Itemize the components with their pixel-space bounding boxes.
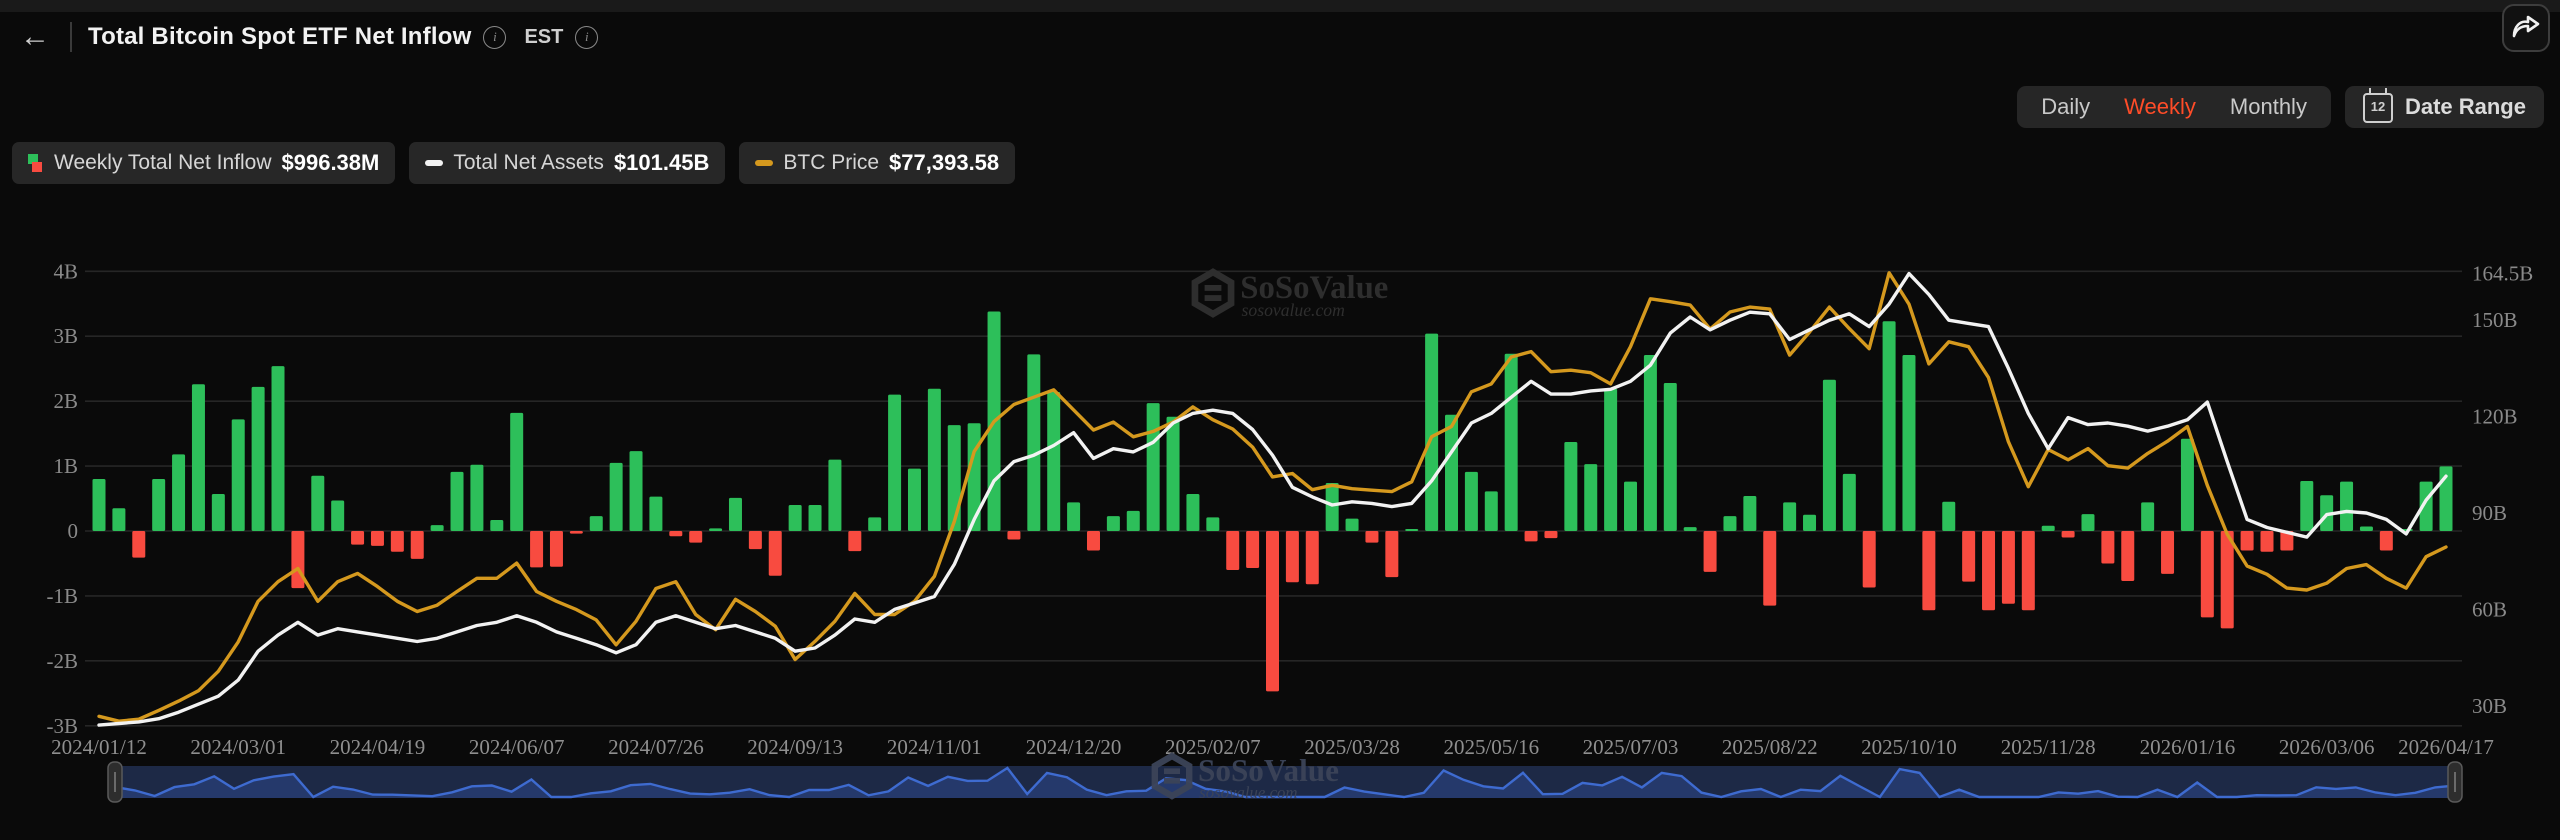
line-swatch-icon <box>755 160 773 166</box>
header-divider <box>70 22 72 52</box>
legend-value: $101.45B <box>614 150 709 176</box>
legend-value: $996.38M <box>282 150 380 176</box>
date-range-label: Date Range <box>2405 94 2526 120</box>
page-title: Total Bitcoin Spot ETF Net Inflow <box>88 23 471 51</box>
header: ← Total Bitcoin Spot ETF Net Inflow i ES… <box>0 14 2560 60</box>
share-icon <box>2512 15 2540 41</box>
calendar-icon: 12 <box>2363 93 2393 123</box>
legend-label: Total Net Assets <box>453 151 604 175</box>
legend-item-btc-price[interactable]: BTC Price $77,393.58 <box>739 142 1015 184</box>
timezone-label: EST <box>524 26 563 49</box>
legend-label: BTC Price <box>783 151 879 175</box>
tab-daily[interactable]: Daily <box>2041 94 2090 120</box>
date-range-button[interactable]: 12 Date Range <box>2345 86 2544 128</box>
legend-label: Weekly Total Net Inflow <box>54 151 272 175</box>
legend-item-net-assets[interactable]: Total Net Assets $101.45B <box>409 142 725 184</box>
legend-value: $77,393.58 <box>889 150 999 176</box>
back-arrow-icon[interactable]: ← <box>14 21 56 53</box>
interval-tabs: Daily Weekly Monthly <box>2017 86 2331 128</box>
timezone-info-icon[interactable]: i <box>575 26 598 49</box>
legend-item-net-inflow[interactable]: Weekly Total Net Inflow $996.38M <box>12 142 395 184</box>
legend: Weekly Total Net Inflow $996.38M Total N… <box>12 142 1015 184</box>
title-info-icon[interactable]: i <box>483 26 506 49</box>
page-background <box>0 12 2560 840</box>
chart-controls: Daily Weekly Monthly 12 Date Range <box>2017 86 2544 128</box>
tab-weekly[interactable]: Weekly <box>2124 94 2196 120</box>
bar-swatch-icon <box>28 154 44 172</box>
share-button[interactable] <box>2502 4 2550 52</box>
line-swatch-icon <box>425 160 443 166</box>
tab-monthly[interactable]: Monthly <box>2230 94 2307 120</box>
